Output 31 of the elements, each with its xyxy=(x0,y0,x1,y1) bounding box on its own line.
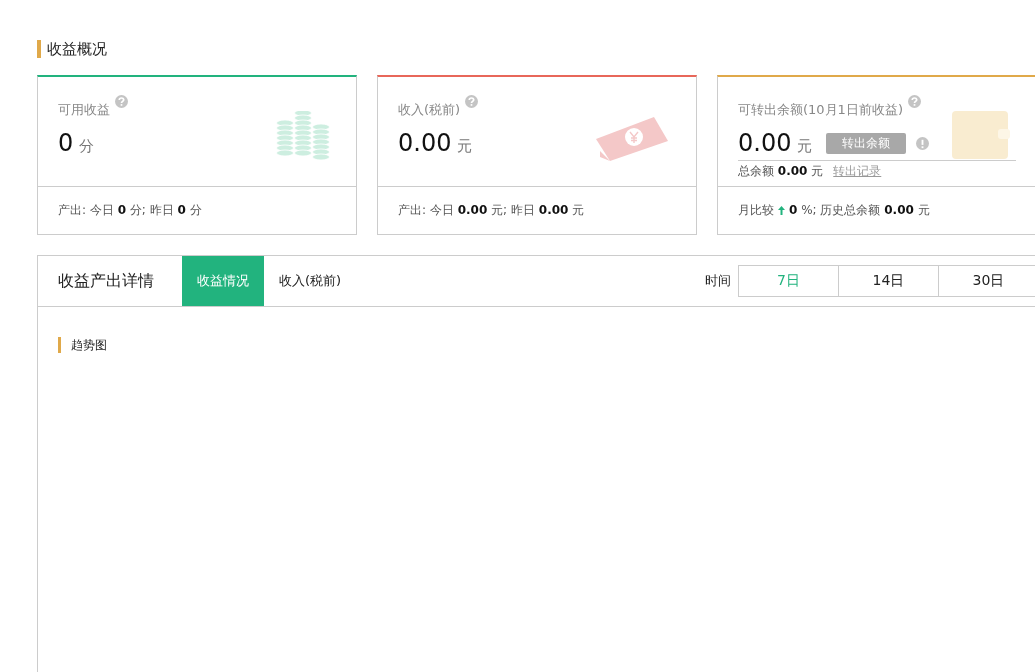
panel-title: 收益产出详情 xyxy=(57,270,155,292)
help-icon[interactable] xyxy=(907,95,921,108)
range-button[interactable]: 14日 xyxy=(838,265,939,297)
wallet-icon xyxy=(952,111,1010,159)
amount-value: 0.00 xyxy=(398,129,452,157)
coins-icon xyxy=(276,111,330,161)
card-label: 可用收益 xyxy=(58,101,110,119)
tab[interactable]: 收入(税前) xyxy=(264,256,357,306)
amount-unit: 元 xyxy=(797,137,813,156)
amount-unit: 元 xyxy=(457,137,473,156)
total-balance: 总余额 0.00 元 xyxy=(738,163,824,180)
transfer-record-link[interactable]: 转出记录 xyxy=(833,163,882,180)
range-button[interactable]: 7日 xyxy=(738,265,839,297)
time-label: 时间 xyxy=(705,272,731,290)
amount-unit: 分 xyxy=(79,137,95,156)
footer-text: 产出: 今日 0.00 元; 昨日 0.00 元 xyxy=(398,202,585,219)
info-icon[interactable] xyxy=(916,136,930,150)
range-button[interactable]: 30日 xyxy=(938,265,1035,297)
card-label: 可转出余额(10月1日前收益) xyxy=(738,101,903,119)
up-arrow-icon xyxy=(778,206,785,215)
help-icon[interactable] xyxy=(115,95,128,108)
amount-value: 0.00 xyxy=(738,129,792,157)
footer-text: 产出: 今日 0 分; 昨日 0 分 xyxy=(58,202,202,219)
help-icon[interactable] xyxy=(465,95,479,108)
footer-label: 月比较 xyxy=(738,202,774,219)
chart-title: 趋势图 xyxy=(58,337,1035,353)
card-label: 收入(税前) xyxy=(398,101,461,119)
amount-value: 0 xyxy=(58,129,74,157)
footer-text: 0 %; 历史总余额 0.00 元 xyxy=(789,202,930,219)
section-title: 收益概况 xyxy=(37,40,1035,58)
tab[interactable]: 收益情况 xyxy=(182,256,264,306)
